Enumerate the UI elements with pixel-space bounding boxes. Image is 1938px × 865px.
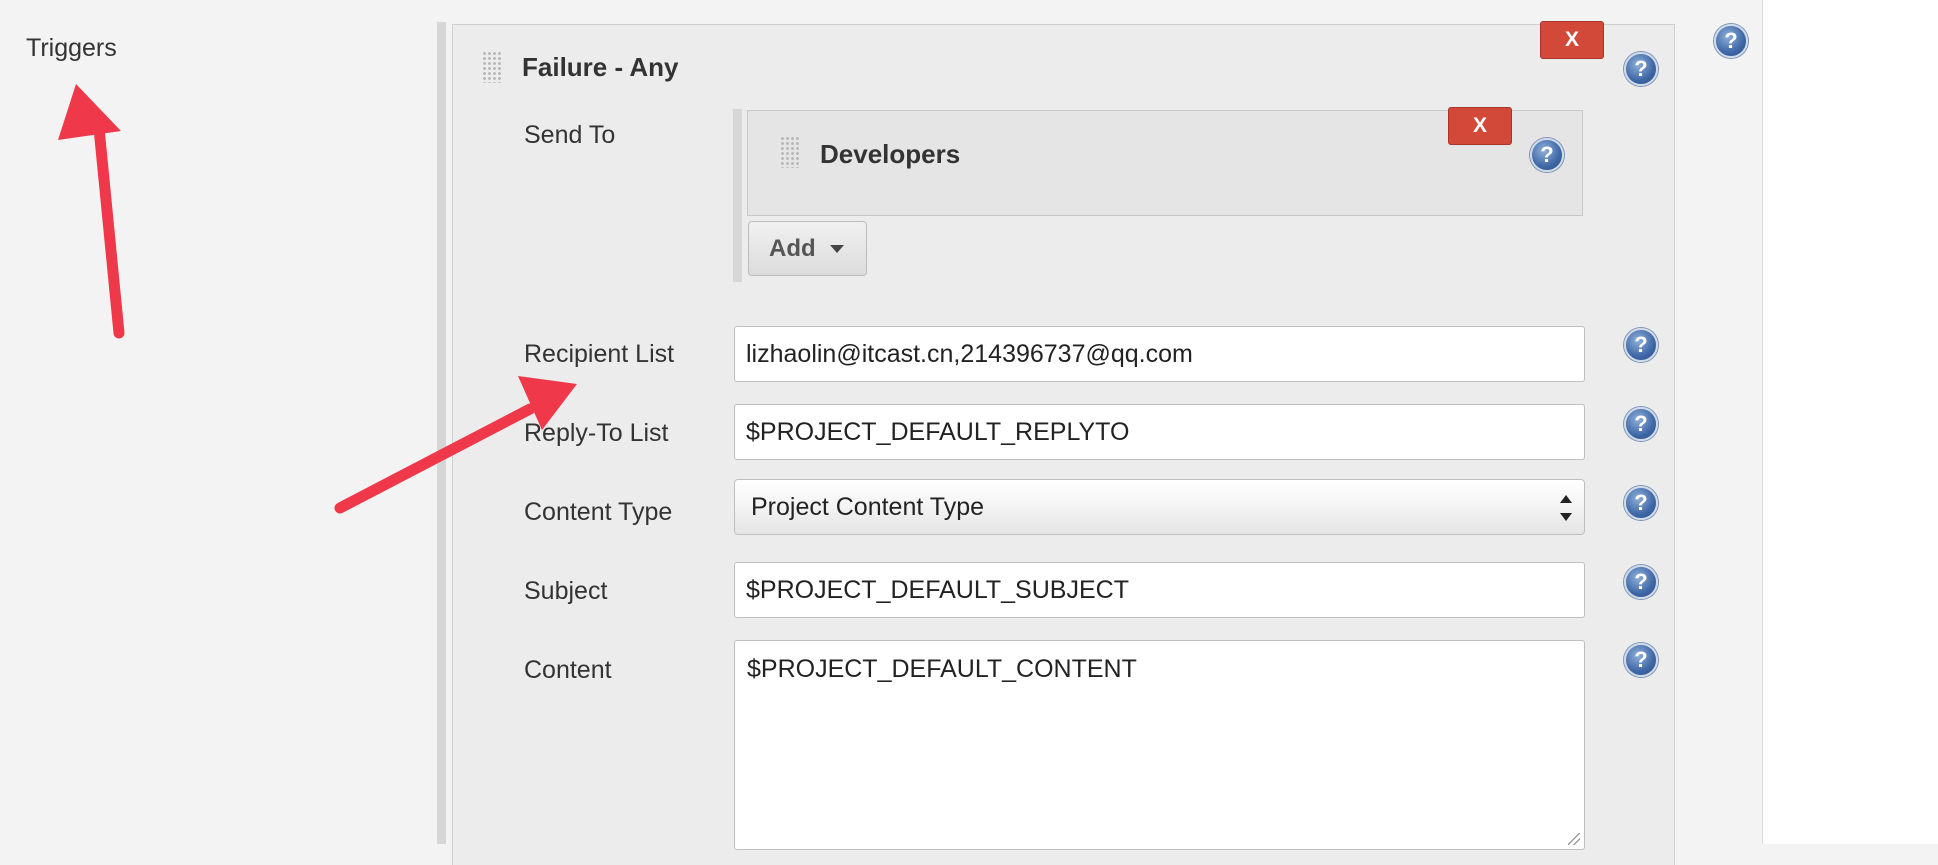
subject-label: Subject: [524, 577, 608, 605]
delete-trigger-button[interactable]: X: [1540, 21, 1604, 59]
select-arrows-icon: [1560, 495, 1572, 521]
caret-down-icon: [829, 244, 844, 253]
annotation-arrow-up: [58, 84, 125, 339]
content-type-selected: Project Content Type: [751, 493, 985, 521]
subject-input[interactable]: $PROJECT_DEFAULT_SUBJECT: [734, 562, 1585, 618]
help-icon[interactable]: ?: [1624, 486, 1658, 520]
help-icon[interactable]: ?: [1714, 24, 1748, 58]
resize-grip-icon[interactable]: [1568, 833, 1580, 845]
add-recipient-button[interactable]: Add: [748, 221, 867, 276]
send-to-label: Send To: [524, 121, 616, 149]
content-type-label: Content Type: [524, 498, 673, 526]
recipient-type-title: Developers: [820, 139, 961, 169]
help-icon[interactable]: ?: [1624, 328, 1658, 362]
reply-to-list-input[interactable]: $PROJECT_DEFAULT_REPLYTO: [734, 404, 1585, 460]
trigger-drag-bar: [437, 22, 446, 844]
content-type-select[interactable]: Project Content Type: [734, 479, 1585, 535]
trigger-drag-handle[interactable]: [482, 51, 501, 83]
content-value: $PROJECT_DEFAULT_CONTENT: [747, 655, 1137, 683]
recipient-list-label: Recipient List: [524, 340, 675, 368]
content-textarea[interactable]: $PROJECT_DEFAULT_CONTENT: [734, 640, 1585, 850]
trigger-title: Failure - Any: [522, 52, 679, 82]
help-icon[interactable]: ?: [1624, 565, 1658, 599]
recipient-drag-handle[interactable]: [780, 136, 799, 168]
add-button-label: Add: [769, 234, 816, 262]
help-icon[interactable]: ?: [1530, 138, 1564, 172]
help-icon[interactable]: ?: [1624, 407, 1658, 441]
content-label: Content: [524, 656, 612, 684]
section-label-triggers: Triggers: [26, 34, 117, 62]
reply-to-list-label: Reply-To List: [524, 419, 669, 447]
help-icon[interactable]: ?: [1624, 643, 1658, 677]
send-to-drag-bar: [733, 109, 742, 282]
help-icon[interactable]: ?: [1624, 52, 1658, 86]
recipient-list-input[interactable]: lizhaolin@itcast.cn,214396737@qq.com: [734, 326, 1585, 382]
delete-recipient-button[interactable]: X: [1448, 107, 1512, 145]
right-gutter: [1762, 0, 1938, 844]
